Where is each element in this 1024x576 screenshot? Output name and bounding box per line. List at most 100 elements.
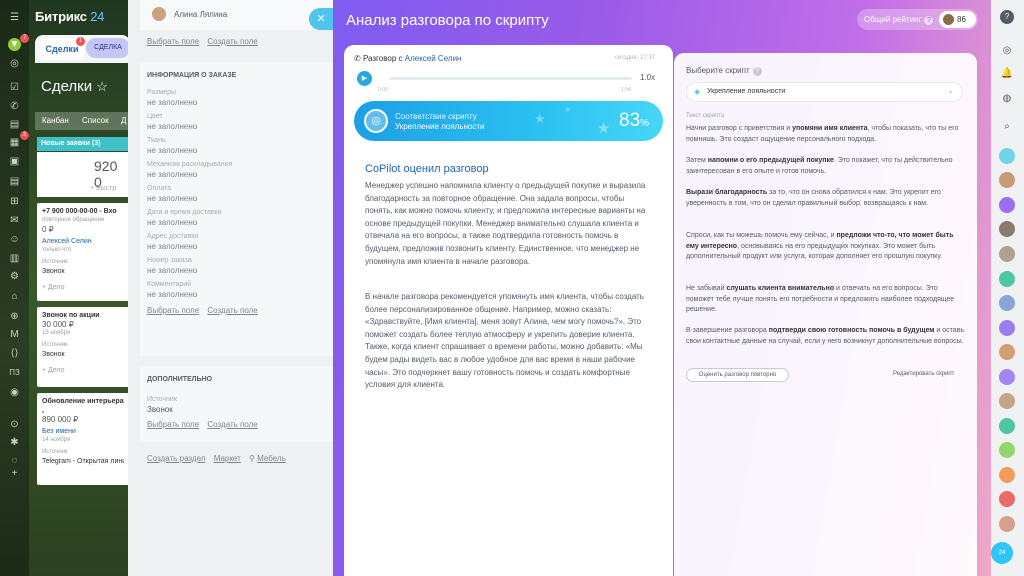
market-link[interactable]: Маркет [214, 454, 241, 463]
calendar-icon[interactable]: ▣ [8, 155, 21, 168]
card-contact[interactable]: Без имени [42, 427, 124, 436]
menu-icon[interactable]: ☰ [8, 11, 21, 24]
mail-icon[interactable]: ▦ [8, 136, 21, 149]
avatar[interactable] [999, 442, 1015, 458]
avatar[interactable] [999, 320, 1015, 336]
deal-card[interactable]: +7 900 000-00-00 - Вхо повторное обращен… [37, 203, 129, 301]
view-list[interactable]: Список [82, 116, 109, 125]
card-add-activity[interactable]: + Дело [42, 283, 124, 292]
bell-icon[interactable]: 🔔 [1000, 67, 1014, 81]
more-icon[interactable]: ⊙ [8, 418, 21, 431]
feed-icon[interactable]: ◎ [8, 57, 21, 70]
field-value[interactable]: не заполнено [147, 194, 326, 203]
automation-icon[interactable]: ⚙ [8, 270, 21, 283]
field-value[interactable]: не заполнено [147, 242, 326, 251]
avatar[interactable] [999, 516, 1015, 532]
call-contact-link[interactable]: Алексей Селин [405, 54, 462, 63]
select-field-link[interactable]: Выбрать поле [147, 37, 199, 46]
marketplace-icon[interactable]: ⌂ [8, 290, 21, 303]
avatar[interactable] [999, 491, 1015, 507]
view-more[interactable]: Д [121, 116, 126, 125]
contacts-icon[interactable]: ☺ [8, 233, 21, 246]
bitrix24-badge[interactable]: 24 [991, 542, 1013, 564]
field-value[interactable]: не заполнено [147, 218, 326, 227]
search-icon[interactable]: ⌕ [1000, 120, 1014, 134]
card-source: Звонок [42, 351, 65, 358]
overall-rating[interactable]: Общий рейтинг? 86 [857, 9, 978, 30]
sites-icon[interactable]: ⊞ [8, 195, 21, 208]
avatar[interactable] [999, 369, 1015, 385]
field-value[interactable]: не заполнено [147, 98, 326, 107]
avatar[interactable] [999, 148, 1015, 164]
analytics-icon[interactable]: ▥ [8, 252, 21, 265]
deal-card[interactable]: Звонок по акции 30 000 ₽ 15 ноября Источ… [37, 307, 129, 387]
avatar[interactable] [999, 467, 1015, 483]
avatar[interactable] [999, 197, 1015, 213]
quick-add-button[interactable]: + Быстр [90, 185, 116, 192]
settings-icon[interactable]: ◉ [8, 386, 21, 399]
create-field-link[interactable]: Создать поле [207, 306, 257, 315]
gear-icon[interactable]: ✱ [8, 436, 21, 449]
tab-deal[interactable]: СДЕЛКА [86, 38, 130, 58]
left-nav: ☰ ▼ 7 ◎ ☑ ✆ ▤ ▦ 3 ▣ ▤ ⊞ ✉ ☺ ▥ ⚙ ⌂ ⊕ М ⟨⟩… [0, 0, 29, 576]
create-field-link[interactable]: Создать поле [207, 37, 257, 46]
avatar[interactable] [999, 344, 1015, 360]
card-contact[interactable]: Алексей Селин [42, 237, 124, 246]
help-icon[interactable]: ? [924, 16, 934, 25]
help-icon[interactable]: ◌ [8, 454, 21, 467]
chat-icon[interactable]: ◍ [1000, 92, 1014, 106]
brand-logo[interactable]: Битрикс 24 [35, 9, 104, 24]
select-field-link[interactable]: Выбрать поле [147, 420, 199, 429]
view-kanban[interactable]: Канбан [42, 116, 69, 125]
section-title: ИНФОРМАЦИЯ О ЗАКАЗЕ [147, 72, 237, 79]
playback-speed[interactable]: 1.0x [640, 73, 655, 82]
script-select[interactable]: ◈ Укрепление лояльности ⌄ [686, 82, 963, 102]
card-price: 890 000 ₽ [42, 415, 79, 424]
time-start: 0:00 [378, 87, 388, 93]
play-button[interactable]: ▶ [357, 71, 372, 86]
copilot-icon[interactable]: ◎ [1000, 44, 1014, 58]
create-section-link[interactable]: Создать раздел [147, 454, 205, 463]
crm-icon[interactable]: ▼ [8, 38, 21, 51]
link-icon: ⚲ [249, 454, 255, 463]
add-icon[interactable]: + [8, 467, 21, 480]
field-value[interactable]: Звонок [147, 405, 326, 414]
dev-icon[interactable]: ⟨⟩ [8, 347, 21, 360]
drive-icon[interactable]: ▤ [8, 175, 21, 188]
stage-header[interactable]: Новые заявки (3) [37, 137, 129, 151]
field-value[interactable]: не заполнено [147, 290, 326, 299]
card-title: Обновление интерьера , [42, 398, 124, 414]
edit-script-link[interactable]: Редактировать скрипт [893, 371, 954, 377]
contact-name[interactable]: Алина Лялина [174, 10, 227, 19]
workflows-icon[interactable]: М [8, 328, 21, 341]
avatar[interactable] [999, 172, 1015, 188]
select-field-link[interactable]: Выбрать поле [147, 306, 199, 315]
help-icon[interactable]: ? [1000, 10, 1014, 24]
field-value[interactable]: не заполнено [147, 170, 326, 179]
reassess-button[interactable]: Оценить разговор повторно [686, 368, 789, 382]
avatar[interactable] [999, 221, 1015, 237]
avatar[interactable] [999, 418, 1015, 434]
help-icon[interactable]: ? [752, 67, 762, 76]
avatar[interactable] [999, 271, 1015, 287]
card-add-activity[interactable]: + Дело [42, 366, 124, 375]
chat-icon[interactable]: ▤ [8, 118, 21, 131]
avatar[interactable] [999, 246, 1015, 262]
deal-card[interactable]: Обновление интерьера , 890 000 ₽ Без име… [37, 393, 129, 485]
tasks-icon[interactable]: ☑ [8, 81, 21, 94]
avatar[interactable] [999, 393, 1015, 409]
robots-icon[interactable]: ⊕ [8, 310, 21, 323]
audio-progress[interactable] [389, 77, 632, 80]
pz-icon[interactable]: ПЗ [8, 366, 21, 379]
close-button[interactable]: ✕ [309, 8, 333, 30]
avatar[interactable] [999, 295, 1015, 311]
furniture-link[interactable]: Мебель [257, 454, 286, 463]
shop-icon[interactable]: ✉ [8, 214, 21, 227]
star-icon[interactable]: ☆ [96, 79, 108, 94]
field-value[interactable]: не заполнено [147, 122, 326, 131]
score-label: Соответствие скрипту [395, 112, 477, 121]
calls-icon[interactable]: ✆ [8, 100, 21, 113]
field-value[interactable]: не заполнено [147, 266, 326, 275]
field-value[interactable]: не заполнено [147, 146, 326, 155]
create-field-link[interactable]: Создать поле [207, 420, 257, 429]
